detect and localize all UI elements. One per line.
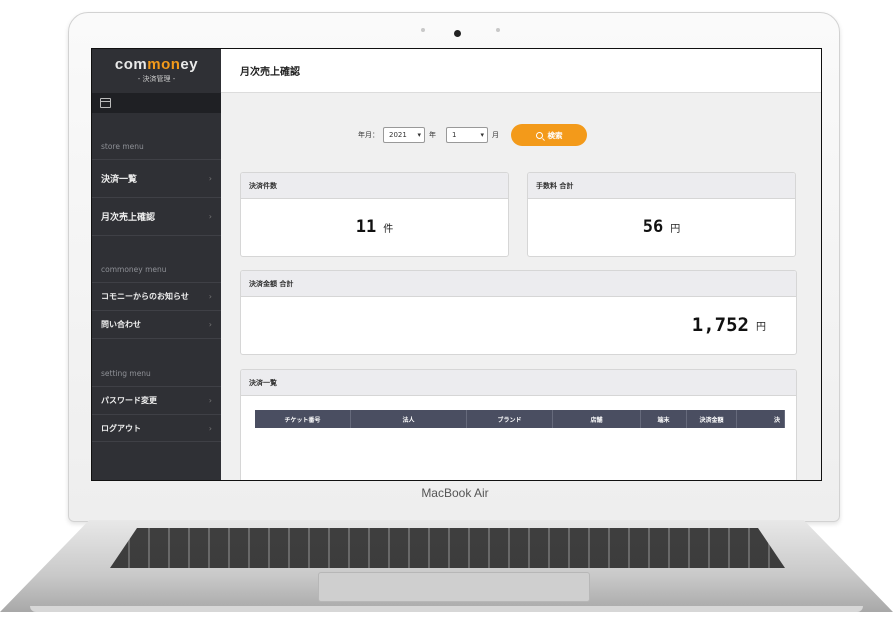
payment-count-unit: 件 bbox=[383, 223, 394, 235]
card-title: 決済件数 bbox=[241, 173, 508, 199]
keyboard bbox=[110, 528, 785, 568]
sidebar-section-header-store: store menu bbox=[101, 142, 144, 151]
sidebar: commoney - 決済管理 - store menu 決済一覧 › 月次売上… bbox=[92, 49, 221, 480]
menu-toggle-button[interactable] bbox=[92, 93, 221, 113]
table-header-cell[interactable]: 端末 bbox=[641, 410, 687, 428]
chevron-right-icon: › bbox=[208, 396, 212, 405]
chevron-down-icon: ▾ bbox=[417, 131, 421, 139]
month-select[interactable]: 1 ▾ bbox=[446, 127, 488, 143]
sidebar-section-header-setting: setting menu bbox=[92, 338, 221, 386]
filter-label: 年月： bbox=[358, 131, 379, 139]
year-select[interactable]: 2021 ▾ bbox=[383, 127, 425, 143]
amount-total-card: 決済金額 合計 1,752 円 bbox=[240, 270, 797, 355]
sidebar-item-password[interactable]: パスワード変更 › bbox=[92, 386, 221, 414]
page-title: 月次売上確認 bbox=[240, 67, 300, 78]
search-icon bbox=[535, 131, 543, 139]
trackpad bbox=[318, 572, 590, 602]
fee-total-value: 56 bbox=[642, 217, 664, 237]
logo-text-b: mon bbox=[147, 56, 181, 73]
search-button[interactable]: 検索 bbox=[511, 124, 587, 146]
month-unit-label: 月 bbox=[492, 131, 499, 139]
amount-total-unit: 円 bbox=[756, 321, 766, 333]
date-filter: 年月： 2021 ▾ 年 1 ▾ 月 検索 bbox=[358, 124, 587, 146]
logo-text-c: ey bbox=[180, 56, 199, 73]
camera-icon bbox=[454, 30, 461, 37]
sidebar-item-monthly-sales[interactable]: 月次売上確認 › bbox=[92, 197, 221, 235]
sidebar-item-logout[interactable]: ログアウト › bbox=[92, 414, 221, 442]
chevron-down-icon: ▾ bbox=[480, 131, 484, 139]
page-header: 月次売上確認 bbox=[221, 49, 821, 93]
sidebar-item-payment-list[interactable]: 決済一覧 › bbox=[92, 159, 221, 197]
table-header-cell[interactable]: 店舗 bbox=[553, 410, 641, 428]
month-select-value: 1 bbox=[452, 131, 457, 139]
sidebar-item-label: パスワード変更 bbox=[101, 396, 157, 405]
camera-sensor-icon bbox=[421, 28, 425, 32]
card-title: 決済一覧 bbox=[241, 370, 796, 396]
chevron-right-icon: › bbox=[208, 212, 212, 221]
search-button-label: 検索 bbox=[547, 130, 563, 140]
sidebar-item-label: 月次売上確認 bbox=[101, 213, 156, 223]
chevron-right-icon: › bbox=[208, 423, 212, 433]
payment-count-card: 決済件数 11 件 bbox=[240, 172, 509, 257]
year-select-value: 2021 bbox=[389, 131, 407, 139]
payment-count-value: 11 bbox=[355, 217, 377, 237]
sidebar-item-news[interactable]: コモニーからのお知らせ › bbox=[92, 282, 221, 310]
sidebar-item-label: コモニーからのお知らせ bbox=[101, 292, 189, 301]
year-unit-label: 年 bbox=[429, 131, 436, 139]
chevron-right-icon: › bbox=[208, 320, 212, 329]
table-header-cell[interactable]: 法人 bbox=[351, 410, 467, 428]
sidebar-section-header-commoney: commoney menu bbox=[92, 235, 221, 282]
table-header-cell[interactable]: チケット番号 bbox=[255, 410, 351, 428]
app-logo[interactable]: commoney - 決済管理 - bbox=[92, 49, 221, 93]
payment-list-card: 決済一覧 チケット番号 法人 ブランド 店舗 端末 決済金額 決 bbox=[240, 369, 797, 480]
sidebar-item-label: 決済一覧 bbox=[101, 175, 138, 185]
sidebar-toggle-icon bbox=[100, 98, 111, 108]
table-header-cell[interactable]: 決済金額 bbox=[687, 410, 737, 428]
amount-total-value: 1,752 bbox=[691, 314, 749, 336]
chevron-right-icon: › bbox=[208, 292, 212, 301]
fee-total-unit: 円 bbox=[670, 223, 681, 235]
card-title: 決済金額 合計 bbox=[241, 271, 796, 297]
sidebar-item-label: 問い合わせ bbox=[101, 320, 141, 329]
fee-total-card: 手数料 合計 56 円 bbox=[527, 172, 796, 257]
sidebar-item-label: ログアウト bbox=[101, 423, 141, 433]
chevron-right-icon: › bbox=[208, 174, 212, 183]
logo-subtitle: - 決済管理 - bbox=[137, 75, 176, 83]
device-brand-label: MacBook Air bbox=[421, 486, 489, 500]
camera-sensor-icon bbox=[496, 28, 500, 32]
payment-list-table: チケット番号 法人 ブランド 店舗 端末 決済金額 決 bbox=[255, 410, 785, 428]
table-header-row: チケット番号 法人 ブランド 店舗 端末 決済金額 決 bbox=[255, 410, 785, 428]
main-content: 月次売上確認 年月： 2021 ▾ 年 1 ▾ 月 検索 決済件数 11 件 手… bbox=[221, 49, 821, 480]
logo-text-a: com bbox=[114, 56, 148, 73]
card-title: 手数料 合計 bbox=[528, 173, 795, 199]
sidebar-item-contact[interactable]: 問い合わせ › bbox=[92, 310, 221, 338]
laptop-base-edge bbox=[30, 606, 863, 612]
table-header-cell[interactable]: ブランド bbox=[467, 410, 553, 428]
laptop-screen: commoney - 決済管理 - store menu 決済一覧 › 月次売上… bbox=[91, 48, 822, 481]
table-header-cell[interactable]: 決 bbox=[737, 410, 785, 428]
